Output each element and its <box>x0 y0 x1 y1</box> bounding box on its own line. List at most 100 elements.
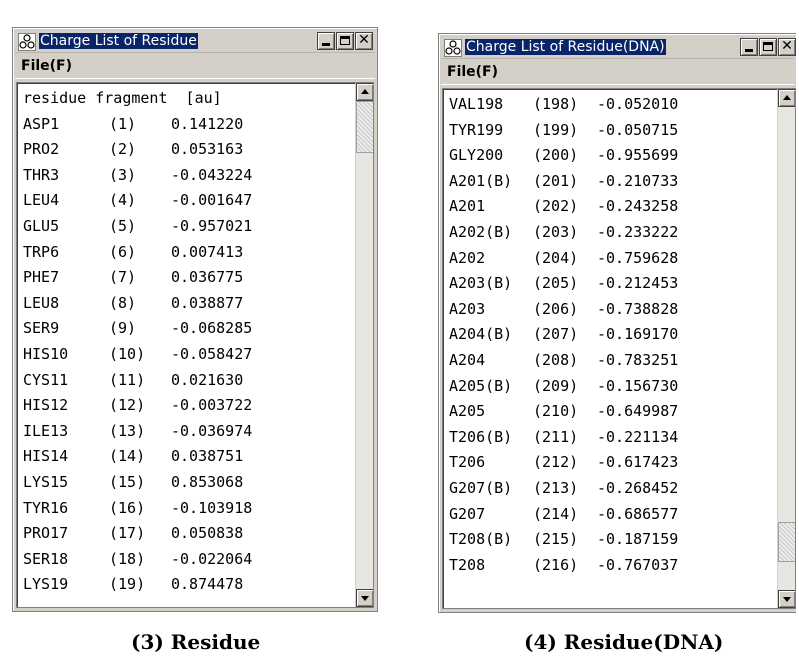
list-item[interactable]: HIS12 (12) -0.003722 <box>23 393 267 419</box>
charge-value: -0.003722 <box>171 396 253 415</box>
minimize-button[interactable] <box>317 32 335 50</box>
scroll-up-button[interactable] <box>356 83 373 101</box>
list-item[interactable]: T208(B) (215) -0.187159 <box>449 527 693 553</box>
charge-value: -0.268452 <box>597 478 679 497</box>
list-item[interactable]: PRO17 (17) 0.050838 <box>23 521 267 547</box>
charge-list[interactable]: VAL198 (198) -0.052010 TYR199 (199) -0.050715… <box>442 88 796 609</box>
residue-name: G207(B) <box>449 478 513 497</box>
list-item[interactable]: THR3 (3) -0.043224 <box>23 163 267 189</box>
list-item[interactable]: CYS11 (11) 0.021630 <box>23 368 267 394</box>
close-button[interactable]: ✕ <box>778 38 796 56</box>
list-item[interactable]: GLU5 (5) -0.957021 <box>23 214 267 240</box>
list-item[interactable]: PRO2 (2) 0.053163 <box>23 137 267 163</box>
scroll-down-button[interactable] <box>778 590 795 608</box>
list-item[interactable]: LEU4 (4) -0.001647 <box>23 188 267 214</box>
charge-value: -0.169170 <box>597 325 679 344</box>
maximize-button[interactable] <box>759 38 777 56</box>
list-item[interactable]: PHE7 (7) 0.036775 <box>23 265 267 291</box>
charge-value: -0.210733 <box>597 171 679 190</box>
close-icon: ✕ <box>781 38 793 54</box>
caption-residue-dna: (4) Residue(DNA) <box>524 630 724 654</box>
list-item[interactable]: HIS14 (14) 0.038751 <box>23 444 267 470</box>
fragment-index: (8) <box>109 293 137 312</box>
window-title: Charge List of Residue <box>39 33 198 49</box>
vertical-scrollbar[interactable] <box>355 83 373 607</box>
fragment-index: (209) <box>533 376 579 395</box>
residue-charge-window[interactable]: Charge List of Residue ✕ File(F) residue… <box>12 27 378 612</box>
list-item[interactable]: T206 (212) -0.617423 <box>449 450 693 476</box>
list-item[interactable]: SER18 (18) -0.022064 <box>23 547 267 573</box>
list-item[interactable]: HIS10 (10) -0.058427 <box>23 342 267 368</box>
list-item[interactable]: GLY200 (200) -0.955699 <box>449 143 693 169</box>
charge-list[interactable]: residue fragment [au] ASP1 (1) 0.141220 PRO… <box>16 82 374 608</box>
residue-dna-charge-window[interactable]: Charge List of Residue(DNA) ✕ File(F) VA… <box>438 33 796 613</box>
residue-name: A202 <box>449 248 486 267</box>
charge-value: -0.103918 <box>171 498 253 517</box>
list-item[interactable]: TRP6 (6) 0.007413 <box>23 240 267 266</box>
residue-name: LYS15 <box>23 472 69 491</box>
scroll-thumb[interactable] <box>778 522 795 562</box>
title-bar[interactable]: Charge List of Residue ✕ <box>15 30 375 53</box>
list-item[interactable]: LEU8 (8) 0.038877 <box>23 291 267 317</box>
list-item[interactable]: A201(B) (201) -0.210733 <box>449 169 693 195</box>
residue-name: A204(B) <box>449 325 513 344</box>
fragment-index: (202) <box>533 197 579 216</box>
scroll-down-button[interactable] <box>356 589 373 607</box>
list-item[interactable]: A205(B) (209) -0.156730 <box>449 374 693 400</box>
fragment-index: (18) <box>109 549 146 568</box>
fragment-index: (3) <box>109 165 137 184</box>
list-item[interactable]: A201 (202) -0.243258 <box>449 194 693 220</box>
fragment-index: (200) <box>533 146 579 165</box>
charge-value: -0.738828 <box>597 299 679 318</box>
charge-value: -0.187159 <box>597 530 679 549</box>
residue-name: GLU5 <box>23 216 60 235</box>
list-item[interactable]: A202 (204) -0.759628 <box>449 246 693 272</box>
menu-file[interactable]: File(F) <box>447 64 498 80</box>
list-item[interactable]: A203 (206) -0.738828 <box>449 297 693 323</box>
title-bar[interactable]: Charge List of Residue(DNA) ✕ <box>441 36 796 59</box>
fragment-index: (4) <box>109 191 137 210</box>
residue-name: T208 <box>449 555 486 574</box>
list-item[interactable]: LYS19 (19) 0.874478 <box>23 572 267 598</box>
list-item[interactable]: A204 (208) -0.783251 <box>449 348 693 374</box>
list-item[interactable]: ASP1 (1) 0.141220 <box>23 112 267 138</box>
list-item[interactable]: TYR16 (16) -0.103918 <box>23 496 267 522</box>
list-item[interactable]: A202(B) (203) -0.233222 <box>449 220 693 246</box>
list-item[interactable]: TYR199 (199) -0.050715 <box>449 118 693 144</box>
list-item[interactable]: T208 (216) -0.767037 <box>449 553 693 579</box>
scroll-thumb[interactable] <box>356 101 373 153</box>
maximize-icon <box>340 36 350 45</box>
list-item[interactable]: ILE13 (13) -0.036974 <box>23 419 267 445</box>
menu-bar: File(F) <box>441 61 794 85</box>
list-item[interactable]: G207(B) (213) -0.268452 <box>449 476 693 502</box>
charge-value: 0.036775 <box>171 268 244 287</box>
list-item[interactable]: T206(B) (211) -0.221134 <box>449 425 693 451</box>
list-item[interactable]: SER9 (9) -0.068285 <box>23 316 267 342</box>
charge-value: -0.050715 <box>597 120 679 139</box>
list-item[interactable]: A204(B) (207) -0.169170 <box>449 322 693 348</box>
residue-name: TYR199 <box>449 120 504 139</box>
list-item[interactable]: G207 (214) -0.686577 <box>449 502 693 528</box>
vertical-scrollbar[interactable] <box>777 89 795 608</box>
maximize-button[interactable] <box>336 32 354 50</box>
list-item[interactable]: A203(B) (205) -0.212453 <box>449 271 693 297</box>
minimize-button[interactable] <box>740 38 758 56</box>
residue-name: SER9 <box>23 319 60 338</box>
charge-value: -0.221134 <box>597 427 679 446</box>
fragment-index: (205) <box>533 274 579 293</box>
fragment-index: (212) <box>533 453 579 472</box>
residue-name: A203(B) <box>449 274 513 293</box>
fragment-index: (214) <box>533 504 579 523</box>
menu-bar: File(F) <box>15 55 375 79</box>
list-item[interactable]: VAL198 (198) -0.052010 <box>449 92 693 118</box>
fragment-index: (12) <box>109 396 146 415</box>
scroll-up-arrow-icon <box>783 95 791 100</box>
list-item[interactable]: LYS15 (15) 0.853068 <box>23 470 267 496</box>
close-button[interactable]: ✕ <box>355 32 373 50</box>
list-item[interactable]: A205 (210) -0.649987 <box>449 399 693 425</box>
menu-file[interactable]: File(F) <box>21 58 72 74</box>
scroll-up-button[interactable] <box>778 89 795 107</box>
fragment-index: (213) <box>533 478 579 497</box>
fragment-index: (19) <box>109 575 146 594</box>
residue-name: PRO17 <box>23 524 69 543</box>
